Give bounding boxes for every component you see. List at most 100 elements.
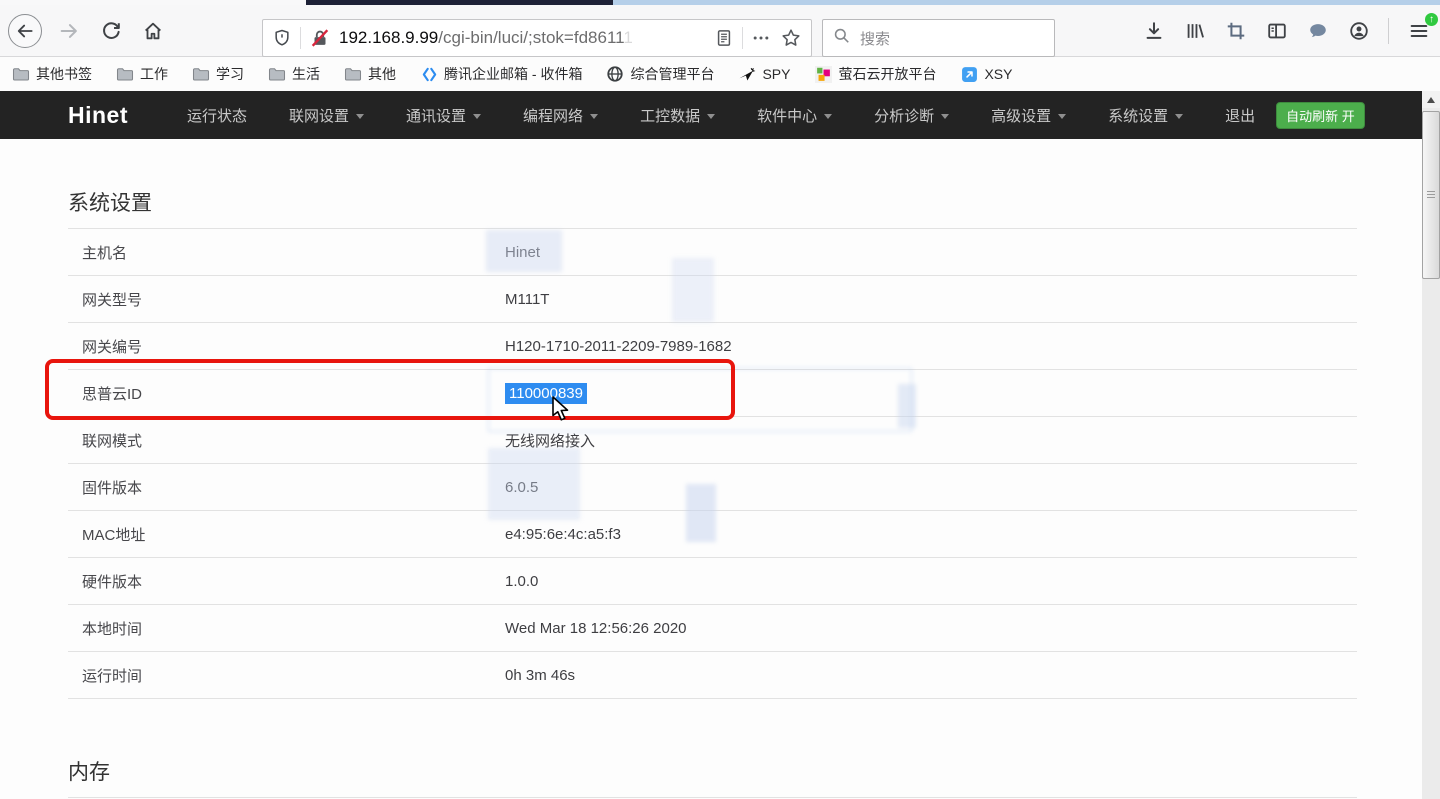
row-label: MAC地址 — [68, 524, 145, 545]
bookmark-label: 腾讯企业邮箱 - 收件箱 — [444, 64, 582, 84]
nav-menu-item[interactable]: 运行状态 — [166, 105, 268, 126]
bookmark-item[interactable]: XSY — [960, 65, 1012, 83]
row-value[interactable]: M111T — [505, 291, 549, 308]
row-value[interactable]: 110000839 — [505, 383, 587, 404]
insecure-lock-icon[interactable] — [308, 26, 332, 50]
bookmark-item[interactable]: 综合管理平台 — [606, 64, 714, 84]
bookmark-item[interactable]: SPY — [738, 65, 790, 83]
table-row: 网关编号 H120-1710-2011-2209-7989-1682 — [68, 323, 1357, 370]
page-actions-icon[interactable] — [750, 27, 772, 49]
bookmark-item[interactable]: 其他书签 — [12, 64, 92, 84]
row-value[interactable]: Wed Mar 18 12:56:26 2020 — [505, 620, 687, 637]
row-value[interactable]: 6.0.5 — [505, 479, 538, 496]
search-icon — [832, 26, 852, 51]
scrollbar-track[interactable] — [1422, 279, 1440, 799]
row-value[interactable]: e4:95:6e:4c:a5:f3 — [505, 526, 621, 543]
row-label: 思普云ID — [68, 383, 142, 404]
folder-icon — [116, 65, 134, 83]
chevron-down-icon — [473, 114, 481, 119]
auto-refresh-toggle[interactable]: 自动刷新 开 — [1276, 102, 1365, 129]
chevron-down-icon — [590, 114, 598, 119]
xsy-icon — [960, 65, 978, 83]
bookmark-item[interactable]: 生活 — [268, 64, 320, 84]
chevron-down-icon — [1175, 114, 1183, 119]
home-icon[interactable] — [138, 16, 168, 46]
chevron-down-icon — [824, 114, 832, 119]
browser-toolbar: 192.168.9.99/cgi-bin/luci/;stok=fd86111 … — [0, 5, 1440, 57]
row-label: 主机名 — [68, 242, 127, 263]
nav-menu-item[interactable]: 通讯设置 — [385, 105, 502, 126]
row-label: 联网模式 — [68, 430, 142, 451]
toolbar-action-icons: ↑ — [1142, 5, 1432, 57]
nav-menu-item[interactable]: 系统设置 — [1087, 105, 1204, 126]
memory-section-title: 内存 — [68, 756, 1357, 786]
toolbar-separator — [1388, 18, 1389, 44]
page-content: 系统设置 主机名 Hinet 网关型号 M111T — [0, 187, 1422, 798]
web-page: Hinet 运行状态 联网设置 — [0, 91, 1422, 799]
folder-icon — [12, 65, 30, 83]
nav-menu-item[interactable]: 工控数据 — [619, 105, 736, 126]
url-bar[interactable]: 192.168.9.99/cgi-bin/luci/;stok=fd86111 — [262, 19, 812, 57]
bookmark-item[interactable]: 萤石云开放平台 — [814, 64, 936, 84]
scrollbar-thumb[interactable] — [1422, 111, 1440, 279]
scroll-up-icon — [1427, 97, 1435, 103]
page-viewport: Hinet 运行状态 联网设置 — [0, 91, 1440, 799]
download-icon[interactable] — [1142, 19, 1166, 43]
reload-icon[interactable] — [96, 16, 126, 46]
bookmark-item[interactable]: 其他 — [344, 64, 396, 84]
nav-menu-item[interactable]: 分析诊断 — [853, 105, 970, 126]
urlbar-separator — [742, 27, 743, 49]
nav-menu-item[interactable]: 退出 — [1204, 105, 1276, 126]
row-label: 网关编号 — [68, 336, 142, 357]
table-row: 硬件版本 1.0.0 — [68, 558, 1357, 605]
browser-window: 192.168.9.99/cgi-bin/luci/;stok=fd86111 … — [0, 0, 1440, 799]
site-logo: Hinet — [68, 102, 128, 129]
row-value[interactable]: Hinet — [505, 244, 540, 261]
bookmarks-bar: 其他书签 工作 学习 生活 其他 腾讯企 — [0, 57, 1440, 91]
library-icon[interactable] — [1183, 19, 1207, 43]
bookmark-label: 生活 — [292, 64, 320, 84]
chevron-down-icon — [941, 114, 949, 119]
nav-menu-item[interactable]: 联网设置 — [268, 105, 385, 126]
nav-menu-item[interactable]: 编程网络 — [502, 105, 619, 126]
row-value[interactable]: H120-1710-2011-2209-7989-1682 — [505, 338, 732, 355]
folder-icon — [344, 65, 362, 83]
nav-menu-item[interactable]: 软件中心 — [736, 105, 853, 126]
nav-menu-item[interactable]: 高级设置 — [970, 105, 1087, 126]
row-label: 网关型号 — [68, 289, 142, 310]
row-value[interactable]: 1.0.0 — [505, 573, 538, 590]
bookmark-item[interactable]: 学习 — [192, 64, 244, 84]
bookmark-label: 综合管理平台 — [630, 64, 714, 84]
bookmark-label: 工作 — [140, 64, 168, 84]
reader-mode-icon[interactable] — [713, 27, 735, 49]
bookmark-item[interactable]: 腾讯企业邮箱 - 收件箱 — [420, 64, 582, 84]
chevron-down-icon — [707, 114, 715, 119]
row-value[interactable]: 0h 3m 46s — [505, 667, 575, 684]
row-value[interactable]: 无线网络接入 — [505, 430, 595, 451]
spy-dart-icon — [738, 65, 756, 83]
shield-icon[interactable] — [271, 27, 293, 49]
vertical-scrollbar[interactable] — [1422, 91, 1440, 799]
row-label: 硬件版本 — [68, 571, 142, 592]
folder-icon — [268, 65, 286, 83]
forward-icon[interactable] — [54, 16, 84, 46]
search-bar[interactable]: 搜索 — [822, 19, 1055, 57]
table-row: 主机名 Hinet — [68, 229, 1357, 276]
url-text[interactable]: 192.168.9.99/cgi-bin/luci/;stok=fd86111 — [339, 28, 706, 48]
sidebar-icon[interactable] — [1265, 19, 1289, 43]
menu-icon[interactable]: ↑ — [1406, 18, 1432, 44]
scrollbar-grip — [1427, 191, 1435, 199]
account-icon[interactable] — [1347, 19, 1371, 43]
table-row: 固件版本 6.0.5 — [68, 464, 1357, 511]
scrollbar-up-button[interactable] — [1422, 91, 1440, 108]
bookmark-item[interactable]: 工作 — [116, 64, 168, 84]
system-info-table: 主机名 Hinet 网关型号 M111T 网关编号 H120-1710-2011… — [68, 228, 1357, 699]
screenshot-icon[interactable] — [1224, 19, 1248, 43]
table-row: MAC地址 e4:95:6e:4c:a5:f3 — [68, 511, 1357, 558]
ezviz-icon — [814, 65, 832, 83]
site-menu: 运行状态 联网设置 通讯设置 — [166, 105, 1276, 126]
bookmark-star-icon[interactable] — [779, 26, 803, 50]
update-available-badge: ↑ — [1424, 12, 1439, 27]
back-icon[interactable] — [8, 14, 42, 48]
messages-icon[interactable] — [1306, 19, 1330, 43]
